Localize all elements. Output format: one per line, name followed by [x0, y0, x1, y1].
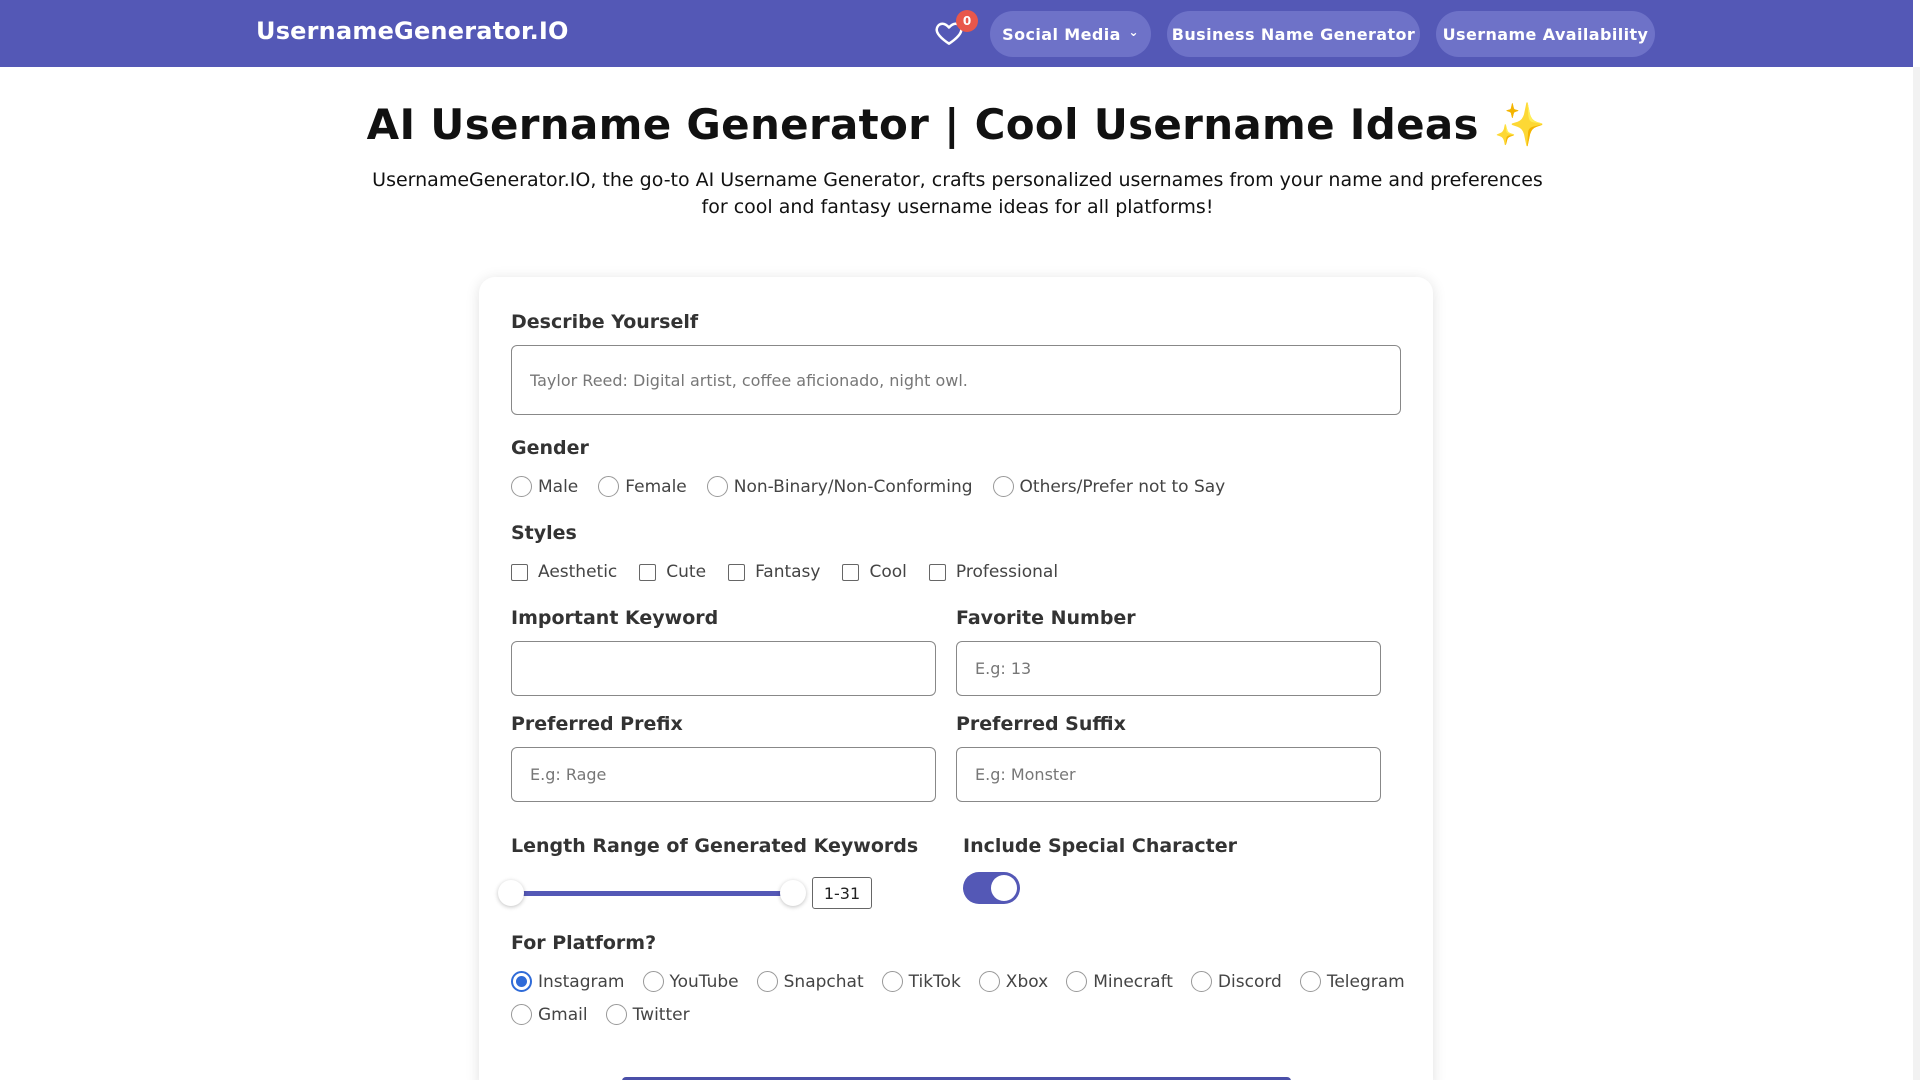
gender-option-male[interactable]: Male: [511, 476, 578, 497]
platform-options-row-2: Gmail Twitter: [511, 1004, 710, 1025]
style-checkbox-fantasy[interactable]: [728, 563, 746, 581]
gender-option-other[interactable]: Others/Prefer not to Say: [992, 476, 1226, 497]
platform-radio-instagram[interactable]: [511, 971, 532, 992]
platform-option-label: Telegram: [1326, 971, 1405, 992]
preferred-prefix-label: Preferred Prefix: [511, 713, 683, 735]
favorite-number-input[interactable]: [956, 641, 1381, 696]
styles-label: Styles: [511, 522, 577, 544]
style-checkbox-cool[interactable]: [842, 563, 860, 581]
style-option-cool[interactable]: Cool: [842, 562, 907, 582]
gender-radio-female[interactable]: [598, 476, 620, 497]
gender-option-label: Others/Prefer not to Say: [1019, 476, 1226, 497]
platform-radio-discord[interactable]: [1190, 971, 1212, 992]
style-checkbox-professional[interactable]: [928, 563, 946, 581]
platform-option-label: TikTok: [908, 971, 961, 992]
platform-options-row-1: Instagram YouTube Snapchat TikTok Xbox M…: [511, 971, 1405, 992]
length-range-slider-track[interactable]: [511, 891, 793, 896]
platform-option-youtube[interactable]: YouTube: [642, 971, 739, 992]
platform-option-instagram[interactable]: Instagram: [511, 971, 625, 992]
gender-option-label: Non-Binary/Non-Conforming: [733, 476, 973, 497]
platform-option-tiktok[interactable]: TikTok: [881, 971, 961, 992]
style-option-fantasy[interactable]: Fantasy: [728, 562, 820, 582]
style-option-cute[interactable]: Cute: [639, 562, 706, 582]
describe-yourself-label: Describe Yourself: [511, 311, 699, 333]
platform-radio-tiktok[interactable]: [881, 971, 903, 992]
include-special-character-label: Include Special Character: [963, 835, 1237, 857]
style-checkbox-cute[interactable]: [639, 563, 657, 581]
platform-option-gmail[interactable]: Gmail: [511, 1004, 588, 1025]
style-option-professional[interactable]: Professional: [928, 562, 1059, 582]
style-option-label: Cool: [869, 562, 907, 582]
describe-yourself-input[interactable]: [511, 345, 1401, 415]
platform-radio-gmail[interactable]: [511, 1004, 532, 1025]
scrollbar-top-spacer: [1913, 0, 1920, 67]
gender-radio-non-binary[interactable]: [706, 476, 728, 497]
platform-option-twitter[interactable]: Twitter: [605, 1004, 690, 1025]
gender-label: Gender: [511, 437, 589, 459]
platform-option-label: Minecraft: [1093, 971, 1173, 992]
style-option-label: Cute: [666, 562, 707, 582]
social-media-dropdown[interactable]: Social Media ⌄: [990, 11, 1151, 57]
style-option-label: Professional: [955, 562, 1059, 582]
favorites-button[interactable]: 0: [934, 10, 978, 48]
length-range-value: 1-31: [812, 877, 872, 909]
platform-radio-minecraft[interactable]: [1066, 971, 1088, 992]
platform-option-discord[interactable]: Discord: [1190, 971, 1282, 992]
platform-option-label: Xbox: [1005, 971, 1049, 992]
platform-option-label: Gmail: [538, 1004, 588, 1025]
favorite-number-label: Favorite Number: [956, 607, 1136, 629]
toggle-knob: [991, 875, 1017, 901]
important-keyword-input[interactable]: [511, 641, 936, 696]
length-range-min-handle[interactable]: [498, 880, 524, 906]
style-option-label: Fantasy: [755, 562, 821, 582]
platform-radio-youtube[interactable]: [642, 971, 664, 992]
favorites-count-badge: 0: [956, 10, 978, 32]
business-name-generator-link[interactable]: Business Name Generator: [1167, 11, 1420, 57]
platform-label: For Platform?: [511, 932, 657, 954]
platform-option-xbox[interactable]: Xbox: [978, 971, 1049, 992]
gender-options: Male Female Non-Binary/Non-Conforming Ot…: [511, 476, 1245, 497]
platform-option-label: Discord: [1217, 971, 1282, 992]
styles-options: Aesthetic Cute Fantasy Cool Professional: [511, 562, 1078, 582]
important-keyword-label: Important Keyword: [511, 607, 719, 629]
preferred-prefix-input[interactable]: [511, 747, 936, 802]
page-subtitle: UsernameGenerator.IO, the go-to AI Usern…: [372, 169, 1543, 218]
gender-radio-other[interactable]: [992, 476, 1014, 497]
style-option-label: Aesthetic: [538, 562, 618, 582]
style-option-aesthetic[interactable]: Aesthetic: [511, 562, 617, 582]
social-media-label: Social Media: [1002, 24, 1121, 44]
preferred-suffix-input[interactable]: [956, 747, 1381, 802]
gender-radio-male[interactable]: [511, 476, 532, 497]
platform-option-label: YouTube: [669, 971, 739, 992]
platform-option-telegram[interactable]: Telegram: [1299, 971, 1405, 992]
preferred-suffix-label: Preferred Suffix: [956, 713, 1126, 735]
page-scrollbar[interactable]: [1913, 0, 1920, 1080]
platform-radio-xbox[interactable]: [978, 971, 1000, 992]
gender-option-female[interactable]: Female: [598, 476, 687, 497]
platform-option-label: Snapchat: [783, 971, 864, 992]
special-character-toggle[interactable]: [963, 872, 1020, 904]
top-navbar: UsernameGenerator.IO 0 Social Media ⌄ Bu…: [0, 0, 1913, 67]
page-title: AI Username Generator | Cool Username Id…: [366, 100, 1547, 149]
gender-option-label: Female: [625, 476, 687, 497]
platform-radio-twitter[interactable]: [605, 1004, 627, 1025]
brand-logo[interactable]: UsernameGenerator.IO: [256, 17, 569, 45]
gender-option-label: Male: [538, 476, 579, 497]
platform-option-minecraft[interactable]: Minecraft: [1066, 971, 1173, 992]
username-availability-link[interactable]: Username Availability: [1436, 11, 1655, 57]
platform-option-label: Instagram: [538, 971, 625, 992]
style-checkbox-aesthetic[interactable]: [511, 563, 528, 581]
platform-radio-telegram[interactable]: [1299, 971, 1321, 992]
chevron-down-icon: ⌄: [1128, 25, 1139, 39]
gender-option-non-binary[interactable]: Non-Binary/Non-Conforming: [706, 476, 973, 497]
platform-radio-snapchat[interactable]: [756, 971, 778, 992]
platform-option-label: Twitter: [632, 1004, 690, 1025]
platform-option-snapchat[interactable]: Snapchat: [756, 971, 864, 992]
length-range-max-handle[interactable]: [780, 880, 806, 906]
length-range-label: Length Range of Generated Keywords: [511, 835, 919, 857]
